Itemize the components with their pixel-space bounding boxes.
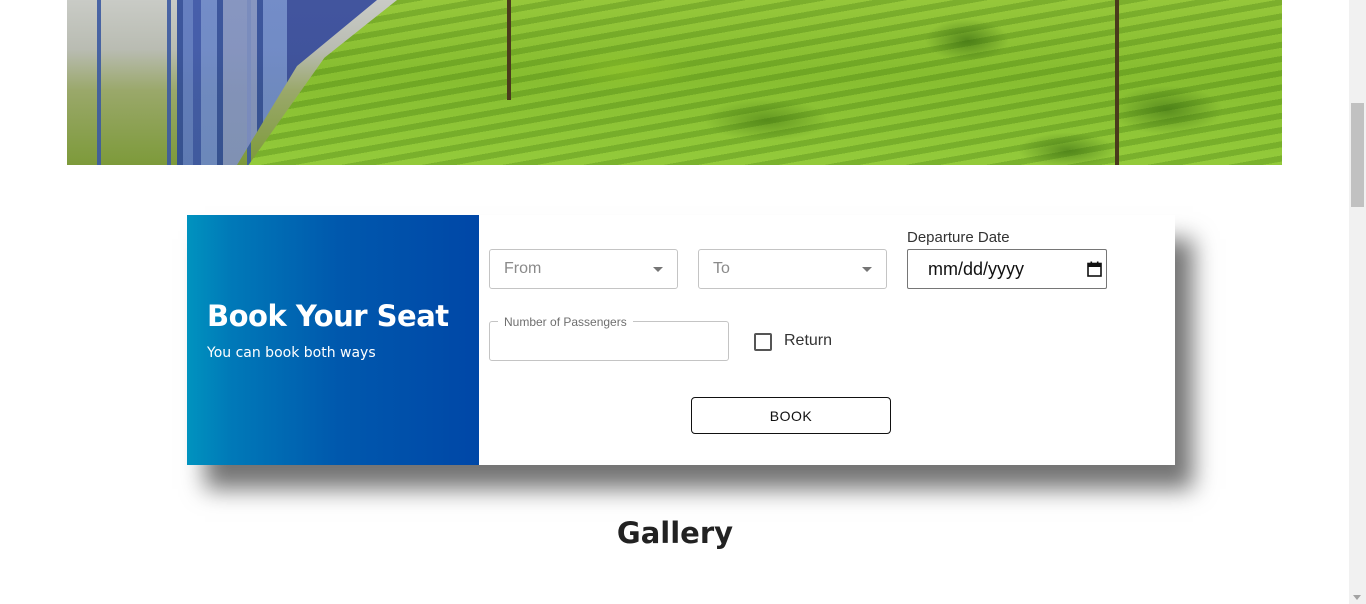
date-placeholder: mm/dd/yyyy xyxy=(928,258,1025,279)
to-select-placeholder: To xyxy=(713,260,730,277)
book-button[interactable]: BOOK xyxy=(691,397,891,434)
vertical-scrollbar[interactable] xyxy=(1349,0,1366,604)
chevron-down-icon xyxy=(862,267,872,272)
train-graphic xyxy=(67,0,397,165)
from-select-placeholder: From xyxy=(504,260,542,277)
return-label[interactable]: Return xyxy=(784,332,832,350)
gallery-title: Gallery xyxy=(616,516,734,550)
from-select[interactable]: From xyxy=(489,249,678,289)
chevron-down-icon xyxy=(653,267,663,272)
hero-image xyxy=(67,0,1282,165)
to-select[interactable]: To xyxy=(698,249,887,289)
pole-graphic xyxy=(507,0,511,100)
return-checkbox[interactable] xyxy=(754,333,772,351)
passengers-field[interactable]: Number of Passengers xyxy=(489,315,729,361)
booking-subtitle: You can book both ways xyxy=(207,345,376,361)
scrollbar-thumb[interactable] xyxy=(1351,103,1364,207)
scroll-down-arrow-icon[interactable] xyxy=(1353,595,1361,600)
booking-header-panel: Book Your Seat You can book both ways xyxy=(187,215,479,465)
departure-date-label: Departure Date xyxy=(907,229,1010,246)
passengers-label: Number of Passengers xyxy=(498,315,633,329)
booking-card: Book Your Seat You can book both ways Fr… xyxy=(187,215,1175,465)
booking-title: Book Your Seat xyxy=(207,299,449,333)
page: Book Your Seat You can book both ways Fr… xyxy=(0,0,1366,604)
calendar-icon[interactable] xyxy=(1087,261,1102,277)
booking-form: From To Departure Date mm/dd/yyyy Number… xyxy=(479,215,1175,465)
departure-date-input[interactable]: mm/dd/yyyy xyxy=(907,249,1107,289)
pole-graphic xyxy=(1115,0,1119,165)
